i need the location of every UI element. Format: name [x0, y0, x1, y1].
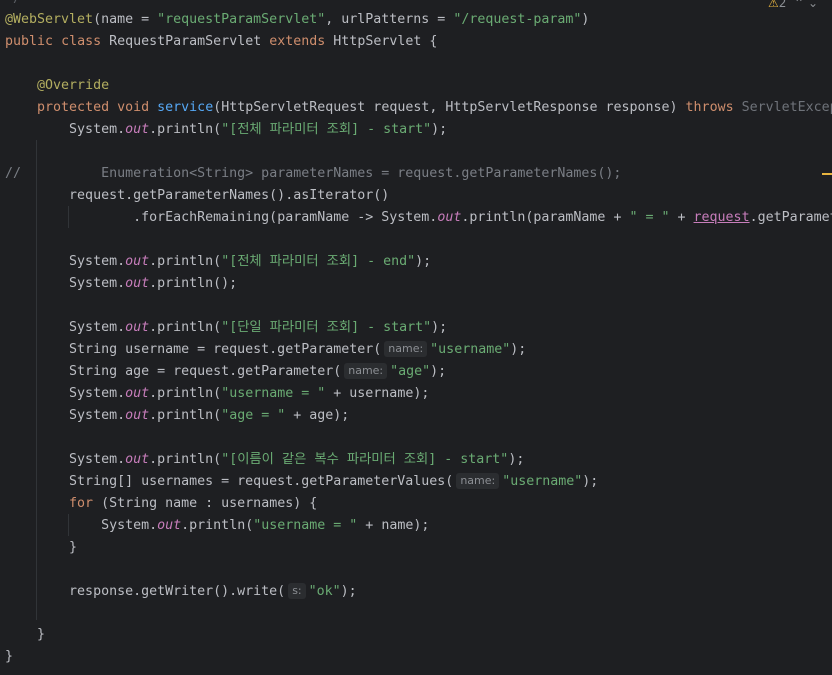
parameter-hint: name:	[344, 363, 388, 379]
parameter-hint: s:	[288, 583, 306, 599]
code-line[interactable]: System.out.println();	[5, 273, 237, 295]
chevron-up-icon[interactable]: ⌃	[794, 0, 804, 10]
code-line[interactable]: String[] usernames = request.getParamete…	[5, 471, 598, 493]
code-line[interactable]: }	[5, 624, 45, 646]
code-line[interactable]: protected void service(HttpServletReques…	[5, 97, 832, 119]
code-editor[interactable]: */ ⚠2 ⌃ ⌄ @WebServlet(name = "requestPar…	[0, 0, 832, 675]
code-line[interactable]: System.out.println("[전체 파라미터 조회] - start…	[5, 119, 447, 141]
parameter-hint: name:	[384, 341, 428, 357]
code-line[interactable]: request.getParameterNames().asIterator()	[5, 185, 389, 207]
code-line[interactable]: System.out.println("[이름이 같은 복수 파라미터 조회] …	[5, 449, 524, 471]
code-line[interactable]: public class RequestParamServlet extends…	[5, 31, 437, 53]
parameter-hint: name:	[456, 473, 500, 489]
code-line[interactable]: String age = request.getParameter(name: "…	[5, 361, 446, 383]
code-line[interactable]: System.out.println("[전체 파라미터 조회] - end")…	[5, 251, 431, 273]
scrollbar-warning-marker[interactable]	[822, 173, 832, 175]
captured-request-reference: request	[693, 210, 750, 225]
code-line[interactable]: response.getWriter().write(s: "ok");	[5, 581, 357, 603]
code-line[interactable]: for (String name : usernames) {	[5, 493, 317, 515]
chevron-down-icon[interactable]: ⌄	[808, 0, 818, 10]
code-line[interactable]: System.out.println("[단일 파라미터 조회] - start…	[5, 317, 447, 339]
code-line-comment[interactable]: // Enumeration<String> parameterNames = …	[5, 163, 621, 185]
warning-count: 2	[778, 0, 787, 10]
code-line[interactable]: System.out.println("username = " + usern…	[5, 383, 429, 405]
code-line[interactable]: System.out.println("username = " + name)…	[5, 515, 429, 537]
code-line[interactable]: String username = request.getParameter(n…	[5, 339, 526, 361]
code-line[interactable]: }	[5, 537, 77, 559]
inspection-indicator[interactable]: ⚠2 ⌃ ⌄	[768, 0, 818, 10]
code-line[interactable]: @Override	[5, 75, 109, 97]
code-line[interactable]: }	[5, 646, 13, 668]
code-line[interactable]: System.out.println("age = " + age);	[5, 405, 349, 427]
warning-icon: ⚠	[768, 0, 779, 10]
code-line[interactable]: @WebServlet(name = "requestParamServlet"…	[5, 9, 589, 31]
code-line[interactable]: .forEachRemaining(paramName -> System.ou…	[5, 207, 832, 229]
